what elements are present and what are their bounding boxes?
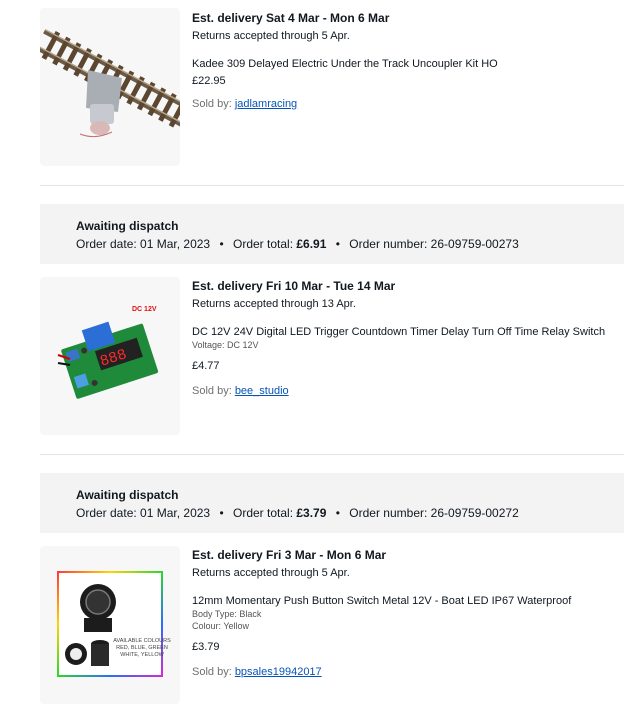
order-date: 01 Mar, 2023 <box>140 237 211 251</box>
image-caption-line: WHITE, YELLOW <box>120 652 164 658</box>
order-total: £6.91 <box>296 237 327 251</box>
delivery-estimate: Est. delivery Fri 10 Mar - Tue 14 Mar <box>192 279 396 293</box>
attribute-value: DC 12V <box>227 340 259 350</box>
uncoupler-image <box>40 28 180 138</box>
attribute-label: Body Type: <box>192 609 237 619</box>
sold-by: Sold by: bee_studio <box>192 384 620 398</box>
order-total-label: Order total: <box>233 237 294 251</box>
attribute-value: Yellow <box>223 621 250 631</box>
timer-relay-image: DC 12V 888 <box>57 306 159 399</box>
item-title[interactable]: DC 12V 24V Digital LED Trigger Countdown… <box>192 325 620 339</box>
order-date-label: Order date: <box>76 237 137 251</box>
item-attribute: Body Type: Black <box>192 608 620 620</box>
bullet-separator: • <box>219 237 224 251</box>
divider <box>40 185 624 186</box>
order-date: 01 Mar, 2023 <box>140 506 211 520</box>
order-number: 26-09759-00272 <box>430 506 519 520</box>
sold-by: Sold by: jadlamracing <box>192 97 620 111</box>
item-details: Est. delivery Sat 4 Mar - Mon 6 Mar Retu… <box>192 10 620 111</box>
item-price: £3.79 <box>192 641 220 653</box>
item-price: £4.77 <box>192 360 220 372</box>
item-attribute: Voltage: DC 12V <box>192 339 620 351</box>
returns-info: Returns accepted through 13 Apr. <box>192 298 356 310</box>
order-status: Awaiting dispatch <box>76 488 179 502</box>
order-status: Awaiting dispatch <box>76 219 179 233</box>
bullet-separator: • <box>335 506 340 520</box>
order-total-label: Order total: <box>233 506 294 520</box>
bullet-separator: • <box>335 237 340 251</box>
attribute-label: Colour: <box>192 621 222 631</box>
item-details: Est. delivery Fri 10 Mar - Tue 14 Mar Re… <box>192 278 620 398</box>
sold-by-label: Sold by: <box>192 98 232 110</box>
seller-link[interactable]: jadlamracing <box>235 98 297 110</box>
item-thumbnail[interactable]: AVAILABLE COLOURS RED, BLUE, GREEN WHITE… <box>40 546 180 704</box>
item-thumbnail[interactable] <box>40 8 180 166</box>
order-header: Awaiting dispatch Order date: 01 Mar, 20… <box>40 473 624 533</box>
item-thumbnail[interactable]: DC 12V 888 <box>40 277 180 435</box>
order-number-label: Order number: <box>349 237 428 251</box>
image-caption-line: RED, BLUE, GREEN <box>116 645 168 651</box>
item-attribute: Colour: Yellow <box>192 620 620 632</box>
sold-by: Sold by: bpsales19942017 <box>192 665 620 679</box>
item-details: Est. delivery Fri 3 Mar - Mon 6 Mar Retu… <box>192 547 620 679</box>
returns-info: Returns accepted through 5 Apr. <box>192 567 350 579</box>
sold-by-label: Sold by: <box>192 385 232 397</box>
delivery-estimate: Est. delivery Sat 4 Mar - Mon 6 Mar <box>192 11 390 25</box>
order-date-label: Order date: <box>76 506 137 520</box>
divider <box>40 454 624 455</box>
push-button-image: AVAILABLE COLOURS RED, BLUE, GREEN WHITE… <box>57 571 171 677</box>
image-caption-line: AVAILABLE COLOURS <box>113 638 171 644</box>
attribute-value: Black <box>239 609 262 619</box>
item-title[interactable]: Kadee 309 Delayed Electric Under the Tra… <box>192 57 620 71</box>
order-number: 26-09759-00273 <box>430 237 519 251</box>
seller-link[interactable]: bee_studio <box>235 385 289 397</box>
order-meta: Order date: 01 Mar, 2023 • Order total: … <box>76 236 519 252</box>
attribute-label: Voltage: <box>192 340 225 350</box>
image-badge: DC 12V <box>132 306 157 313</box>
delivery-estimate: Est. delivery Fri 3 Mar - Mon 6 Mar <box>192 548 387 562</box>
item-price: £22.95 <box>192 75 226 87</box>
order-total: £3.79 <box>296 506 327 520</box>
order-header: Awaiting dispatch Order date: 01 Mar, 20… <box>40 204 624 264</box>
bullet-separator: • <box>219 506 224 520</box>
order-number-label: Order number: <box>349 506 428 520</box>
seller-link[interactable]: bpsales19942017 <box>235 666 322 678</box>
order-meta: Order date: 01 Mar, 2023 • Order total: … <box>76 505 519 521</box>
sold-by-label: Sold by: <box>192 666 232 678</box>
returns-info: Returns accepted through 5 Apr. <box>192 30 350 42</box>
item-title[interactable]: 12mm Momentary Push Button Switch Metal … <box>192 594 620 608</box>
